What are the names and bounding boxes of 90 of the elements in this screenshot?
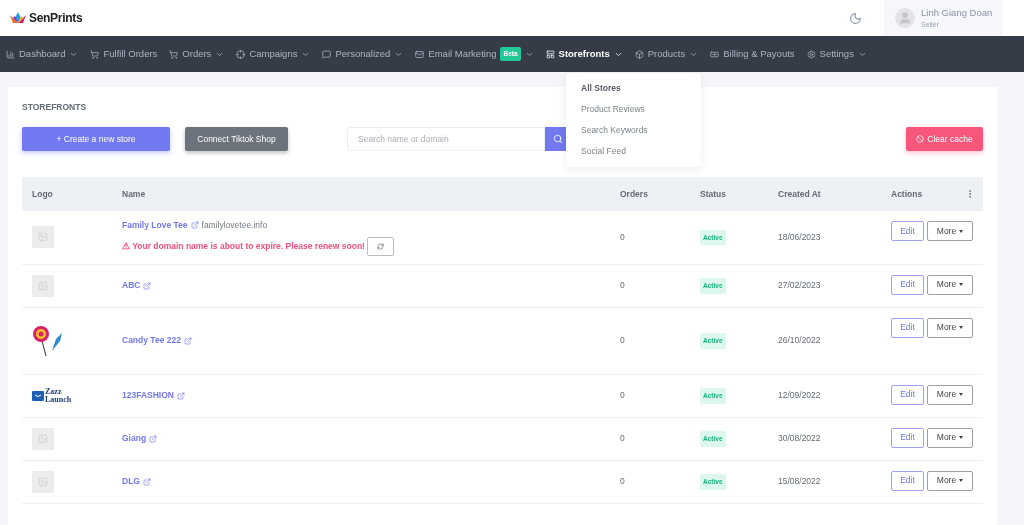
nav-tab[interactable]: Billing & Payouts [723, 46, 795, 62]
refresh-icon [376, 242, 384, 250]
external-link-icon[interactable] [176, 391, 185, 400]
create-store-button[interactable]: + Create a new store [22, 127, 170, 151]
dark-mode-icon[interactable] [849, 11, 862, 25]
connect-tiktok-button[interactable]: Connect Tiktok Shop [185, 127, 288, 151]
orders-count: 0 [620, 279, 625, 293]
image-icon [38, 433, 48, 444]
nav-icon[interactable] [634, 49, 644, 59]
column-header: Logo [32, 187, 53, 201]
column-header: Actions [891, 187, 923, 201]
brand-name: SenPrints [29, 10, 83, 27]
more-button[interactable]: More [927, 427, 973, 448]
more-button[interactable]: More [927, 221, 973, 241]
created-date: 27/02/2023 [778, 279, 821, 293]
store-link[interactable]: Candy Tee 222 [122, 334, 181, 348]
store-link[interactable]: Family Love Tee [122, 219, 188, 232]
edit-button[interactable]: Edit [891, 470, 924, 491]
orders-count: 0 [620, 231, 625, 244]
nav-icon[interactable] [236, 49, 246, 59]
caret-icon [959, 479, 964, 483]
edit-button[interactable]: Edit [891, 384, 924, 405]
refresh-button[interactable] [366, 236, 394, 256]
more-button[interactable]: More [927, 274, 973, 295]
edit-button[interactable]: Edit [891, 274, 924, 295]
bag-logo-icon [32, 390, 44, 401]
nav-tab[interactable]: Campaigns [249, 46, 298, 62]
created-date: 15/08/2022 [778, 475, 821, 489]
store-link[interactable]: DLG [122, 475, 140, 489]
caret-icon [959, 326, 964, 330]
created-date: 26/10/2022 [778, 334, 821, 348]
column-header: Name [122, 187, 146, 201]
store-link[interactable]: ABC [122, 279, 141, 293]
caret-icon [959, 436, 964, 440]
ban-icon [916, 135, 925, 143]
store-domain: familylovetee.info [201, 219, 268, 232]
orders-count: 0 [620, 475, 625, 489]
created-date: 30/08/2022 [778, 432, 821, 446]
expiry-warning: ⚠ Your domain name is about to expire. Please renew soon! [122, 239, 365, 253]
nav-icon[interactable] [545, 49, 555, 59]
menu-item[interactable]: Search Keywords [566, 120, 701, 141]
more-button[interactable]: More [927, 317, 973, 338]
created-date: 12/09/2022 [778, 389, 821, 403]
image-icon [38, 476, 48, 487]
lotus-logo-icon [10, 12, 26, 24]
nav-tab[interactable]: Email Marketing [428, 46, 497, 62]
external-link-icon[interactable] [190, 221, 199, 230]
nav-icon[interactable] [710, 49, 720, 59]
nav-tab[interactable]: Dashboard [19, 46, 66, 62]
orders-count: 0 [620, 334, 625, 348]
user-name: Linh Giang Doan [921, 8, 993, 18]
menu-item[interactable]: All Stores [566, 78, 701, 99]
search-field[interactable]: Search name or domain [347, 127, 545, 151]
edit-button[interactable]: Edit [891, 427, 924, 448]
nav-icon[interactable] [90, 49, 100, 59]
orders-count: 0 [620, 432, 625, 446]
external-link-icon[interactable] [183, 336, 192, 345]
nav-tab[interactable]: Storefronts [558, 46, 610, 62]
caret-icon [959, 393, 964, 397]
nav-tab[interactable]: Settings [819, 46, 854, 62]
more-button[interactable]: More [927, 470, 973, 491]
menu-item[interactable]: Social Feed [566, 141, 701, 162]
store-link[interactable]: Giang [122, 432, 147, 446]
orders-count: 0 [620, 389, 625, 403]
clear-cache-button[interactable]: Clear cache [906, 127, 983, 151]
image-icon [38, 280, 48, 291]
caret-icon [959, 283, 964, 287]
column-header: Created At [778, 187, 821, 201]
external-link-icon[interactable] [143, 281, 152, 290]
search-icon [552, 134, 563, 144]
nav-tab[interactable]: Orders [182, 46, 212, 62]
external-link-icon[interactable] [149, 434, 158, 443]
created-date: 18/06/2023 [778, 231, 821, 244]
nav-icon[interactable] [415, 49, 425, 59]
image-icon [38, 232, 48, 243]
external-link-icon[interactable] [142, 477, 151, 486]
store-link[interactable]: 123FASHION [122, 389, 174, 403]
more-button[interactable]: More [927, 384, 973, 405]
caret-icon [959, 229, 964, 233]
edit-button[interactable]: Edit [891, 221, 924, 241]
page-title: STOREFRONTS [22, 101, 87, 113]
nav-tab[interactable]: Products [647, 46, 686, 62]
menu-item[interactable]: Product Reviews [566, 99, 701, 120]
nav-icon[interactable] [169, 49, 179, 59]
edit-button[interactable]: Edit [891, 317, 924, 338]
logo-text: Zazz Launch [45, 387, 73, 404]
column-header: Orders [620, 187, 648, 201]
nav-tab[interactable]: Fulfill Orders [103, 46, 158, 62]
column-header: Status [700, 187, 726, 201]
nav-tab[interactable]: Personalized [335, 46, 391, 62]
